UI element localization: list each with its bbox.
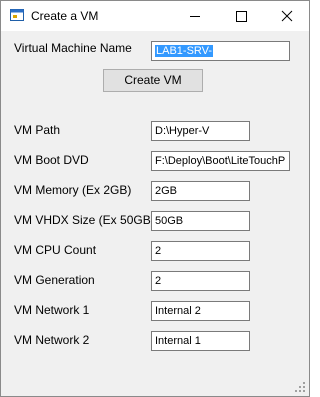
- cpu-count-input[interactable]: 2: [151, 241, 250, 261]
- network1-input[interactable]: Internal 2: [151, 301, 250, 321]
- maximize-button[interactable]: [218, 1, 264, 31]
- generation-input[interactable]: 2: [151, 271, 250, 291]
- vhdx-size-label: VM VHDX Size (Ex 50GB): [14, 213, 155, 227]
- generation-label: VM Generation: [14, 273, 95, 287]
- create-vm-button[interactable]: Create VM: [103, 69, 203, 92]
- network2-label: VM Network 2: [14, 333, 90, 347]
- memory-label: VM Memory (Ex 2GB): [14, 183, 132, 197]
- vm-path-label: VM Path: [14, 123, 61, 137]
- memory-input[interactable]: 2GB: [151, 181, 250, 201]
- boot-dvd-label: VM Boot DVD: [14, 153, 89, 167]
- vm-path-input[interactable]: D:\Hyper-V: [151, 121, 250, 141]
- boot-dvd-input[interactable]: F:\Deploy\Boot\LiteTouchP: [151, 151, 290, 171]
- window-title: Create a VM: [31, 9, 99, 23]
- close-button[interactable]: [264, 1, 310, 31]
- network2-input[interactable]: Internal 1: [151, 331, 250, 351]
- vhdx-size-input[interactable]: 50GB: [151, 211, 250, 231]
- vm-name-input[interactable]: LAB1-SRV-: [151, 41, 290, 61]
- network1-label: VM Network 1: [14, 303, 90, 317]
- app-window-icon: [10, 9, 24, 21]
- cpu-count-label: VM CPU Count: [14, 243, 97, 257]
- create-vm-window: Create a VM Virtual Machine Name LAB1-SR…: [0, 0, 310, 397]
- maximize-icon: [236, 11, 247, 22]
- title-bar[interactable]: Create a VM: [1, 1, 309, 31]
- minimize-button[interactable]: [172, 1, 218, 31]
- vm-name-value: LAB1-SRV-: [155, 45, 214, 57]
- minimize-icon: [190, 16, 200, 17]
- resize-grip-icon[interactable]: [294, 381, 306, 393]
- close-icon: [281, 10, 293, 22]
- vm-name-label: Virtual Machine Name: [14, 41, 132, 55]
